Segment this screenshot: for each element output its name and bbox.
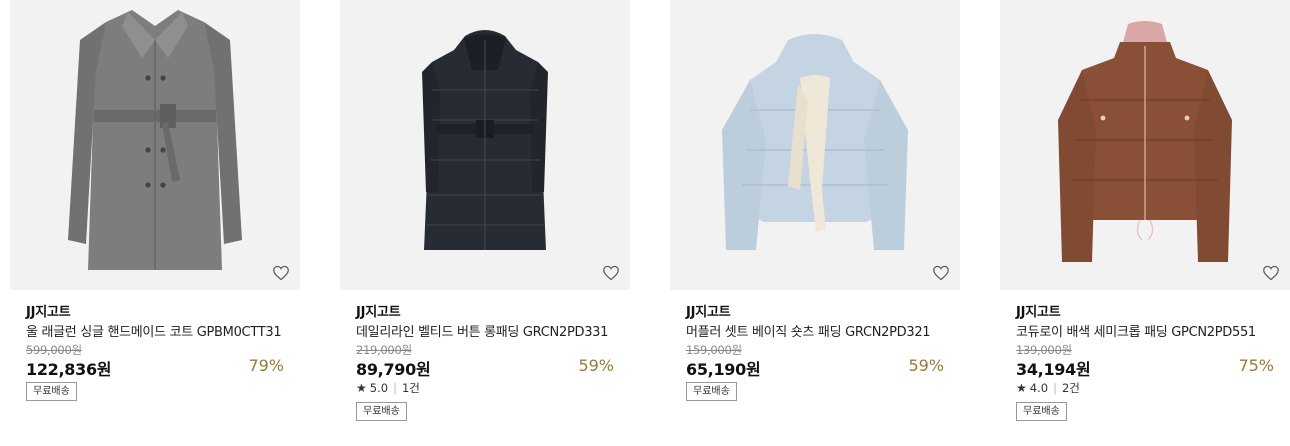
discount-rate: 59% bbox=[908, 356, 944, 375]
rating-score: 5.0 bbox=[369, 381, 389, 395]
product-title[interactable]: 울 래글런 싱글 핸드메이드 코트 GPBM0CTT31 bbox=[26, 321, 282, 340]
rating-divider: | bbox=[393, 381, 397, 395]
sale-price: 89,790원 bbox=[356, 360, 431, 379]
product-image[interactable] bbox=[1000, 0, 1290, 290]
star-icon: ★ bbox=[1016, 381, 1027, 395]
wishlist-heart-icon[interactable] bbox=[272, 265, 290, 281]
black-long-padding-image bbox=[422, 30, 548, 250]
product-image[interactable] bbox=[670, 0, 960, 290]
sale-price: 65,190원 bbox=[686, 360, 761, 379]
product-brand[interactable]: JJ지고트 bbox=[1016, 301, 1061, 320]
product-brand[interactable]: JJ지고트 bbox=[26, 301, 71, 320]
free-shipping-badge: 무료배송 bbox=[686, 382, 737, 401]
discount-rate: 59% bbox=[578, 356, 614, 375]
rating-score: 4.0 bbox=[1029, 381, 1049, 395]
brown-crop-padding-image bbox=[1058, 21, 1232, 262]
product-rating: ★ 5.0 | 1건 bbox=[356, 380, 420, 396]
product-grid: JJ지고트 울 래글런 싱글 핸드메이드 코트 GPBM0CTT31 599,0… bbox=[0, 0, 1290, 446]
product-title[interactable]: 코듀로이 배색 세미크롭 패딩 GPCN2PD551 bbox=[1016, 321, 1256, 340]
product-title[interactable]: 머플러 셋트 베이직 숏츠 패딩 GRCN2PD321 bbox=[686, 321, 931, 340]
product-card[interactable]: JJ지고트 머플러 셋트 베이직 숏츠 패딩 GRCN2PD321 159,00… bbox=[670, 0, 960, 401]
product-card[interactable]: JJ지고트 울 래글런 싱글 핸드메이드 코트 GPBM0CTT31 599,0… bbox=[10, 0, 300, 401]
star-icon: ★ bbox=[356, 381, 367, 395]
rating-divider: | bbox=[1053, 381, 1057, 395]
product-brand[interactable]: JJ지고트 bbox=[356, 301, 401, 320]
free-shipping-badge: 무료배송 bbox=[1016, 402, 1067, 421]
wishlist-heart-icon[interactable] bbox=[1262, 265, 1280, 281]
sale-price: 34,194원 bbox=[1016, 360, 1091, 379]
product-image[interactable] bbox=[340, 0, 630, 290]
product-card[interactable]: JJ지고트 코듀로이 배색 세미크롭 패딩 GPCN2PD551 139,000… bbox=[1000, 0, 1290, 421]
sale-price: 122,836원 bbox=[26, 360, 112, 379]
product-image[interactable] bbox=[10, 0, 300, 290]
discount-rate: 79% bbox=[248, 356, 284, 375]
product-brand[interactable]: JJ지고트 bbox=[686, 301, 731, 320]
product-rating: ★ 4.0 | 2건 bbox=[1016, 380, 1080, 396]
discount-rate: 75% bbox=[1238, 356, 1274, 375]
light-blue-short-padding-image bbox=[722, 34, 908, 250]
gray-wool-coat-image bbox=[68, 10, 242, 270]
review-count: 2건 bbox=[1061, 381, 1080, 395]
review-count: 1건 bbox=[401, 381, 420, 395]
free-shipping-badge: 무료배송 bbox=[356, 402, 407, 421]
wishlist-heart-icon[interactable] bbox=[932, 265, 950, 281]
free-shipping-badge: 무료배송 bbox=[26, 382, 77, 401]
product-card[interactable]: JJ지고트 데일리라인 벨티드 버튼 롱패딩 GRCN2PD331 219,00… bbox=[340, 0, 630, 421]
wishlist-heart-icon[interactable] bbox=[602, 265, 620, 281]
product-title[interactable]: 데일리라인 벨티드 버튼 롱패딩 GRCN2PD331 bbox=[356, 321, 608, 340]
